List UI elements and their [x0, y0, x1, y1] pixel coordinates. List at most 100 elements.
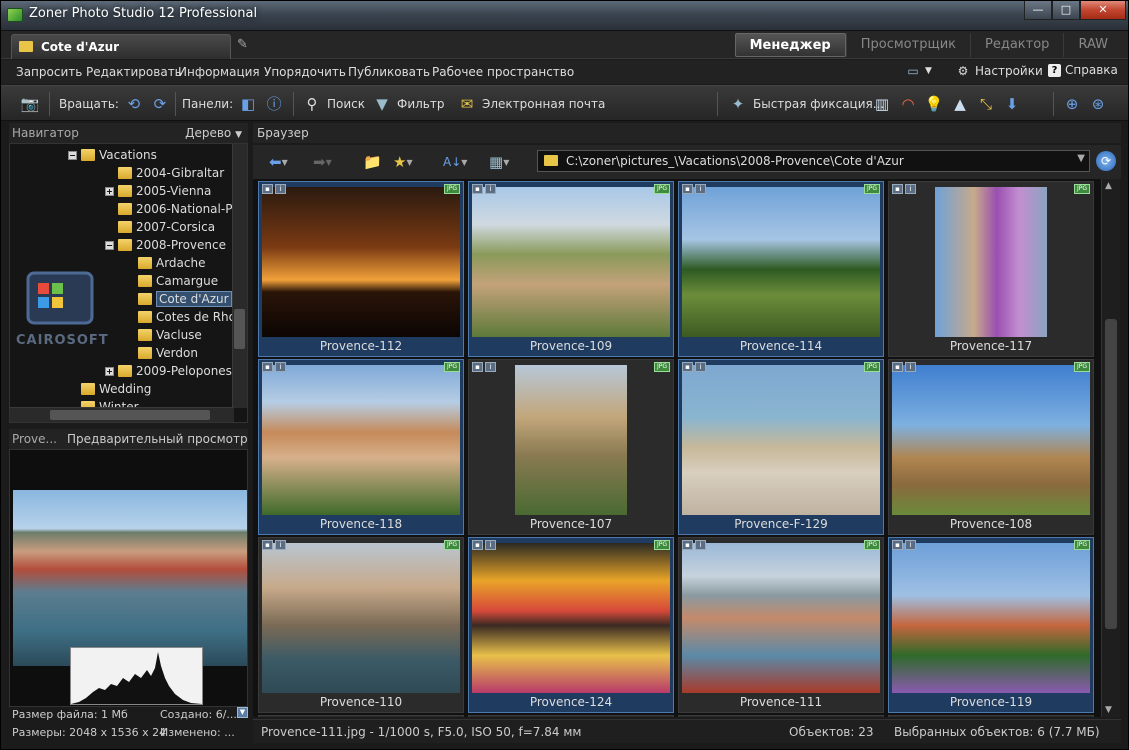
zoom-options-icon[interactable]: ⊛: [1087, 93, 1109, 115]
thumbnail-item[interactable]: ▪ i JPG Provence-124: [468, 537, 674, 713]
resize-icon[interactable]: ⤡: [975, 93, 997, 115]
lightbulb-icon[interactable]: 💡: [923, 93, 945, 115]
tree-node[interactable]: +2005-Vienna: [105, 182, 211, 200]
browser-title: Браузер: [257, 126, 309, 140]
thumbnail-item[interactable]: ▪ i JPG Provence-118: [258, 359, 464, 535]
mode-tab-editor[interactable]: Редактор: [970, 33, 1063, 57]
chevron-down-icon[interactable]: ▼: [1077, 153, 1085, 164]
thumbnail-item[interactable]: ▪ i JPG Provence-114: [678, 181, 884, 357]
quick-fix-button[interactable]: ✦ Быстрая фиксация...: [727, 92, 884, 116]
tree-node[interactable]: Vacluse: [125, 326, 202, 344]
path-input[interactable]: C:\zoner\pictures_\Vacations\2008-Proven…: [537, 150, 1090, 172]
sharpen-icon[interactable]: ▲: [949, 93, 971, 115]
rotate-right-icon[interactable]: ⟳: [149, 93, 171, 115]
filter-button[interactable]: ▼ Фильтр: [371, 92, 444, 116]
new-tab-icon[interactable]: ✎: [237, 38, 251, 52]
forward-button[interactable]: ➡ ▼: [313, 151, 332, 173]
expand-icon[interactable]: +: [105, 186, 114, 196]
mode-tab-viewer[interactable]: Просмотрщик: [845, 33, 970, 57]
settings-button[interactable]: ⚙ Настройки: [955, 63, 1043, 79]
scroll-thumb[interactable]: [234, 309, 245, 349]
chevron-down-icon: ▼: [235, 130, 242, 140]
sort-button[interactable]: A↓ ▼: [443, 151, 467, 173]
display-menu-button[interactable]: ▭ ▼: [905, 63, 932, 79]
navigator-view-dropdown[interactable]: Дерево ▼: [185, 126, 242, 140]
title-bar[interactable]: Zoner Photo Studio 12 Professional — □ ✕: [1, 1, 1128, 31]
tree-node[interactable]: Verdon: [125, 344, 198, 362]
refresh-button[interactable]: ⟳: [1096, 151, 1116, 171]
tree-node[interactable]: Cote d'Azur: [125, 290, 232, 308]
menu-info[interactable]: Информация: [178, 65, 260, 79]
tree-node[interactable]: Ardache: [125, 254, 206, 272]
email-button[interactable]: ✉ Электронная почта: [456, 92, 606, 116]
toolbar-separator: [175, 92, 176, 116]
search-button[interactable]: ⚲ Поиск: [301, 92, 366, 116]
thumbnail-item[interactable]: ▪ i JPG Provence-107: [468, 359, 674, 535]
menu-edit[interactable]: Редактировать: [86, 65, 182, 79]
menu-workspace[interactable]: Рабочее пространство: [432, 65, 574, 79]
thumbnail-item[interactable]: [258, 715, 464, 717]
tree-node[interactable]: 2006-National-Park: [105, 200, 247, 218]
thumbnail-item[interactable]: [468, 715, 674, 717]
info-panel-icon[interactable]: ⓘ: [263, 93, 285, 115]
zoom-in-icon[interactable]: ⊕: [1061, 93, 1083, 115]
grid-scrollbar[interactable]: ▲ ▼: [1101, 179, 1120, 717]
menu-organize[interactable]: Упорядочить: [264, 65, 346, 79]
tree-node[interactable]: 2004-Gibraltar: [105, 164, 224, 182]
tree-node[interactable]: Camargue: [125, 272, 218, 290]
thumbnail-item[interactable]: [678, 715, 884, 717]
back-button[interactable]: ⬅ ▼: [269, 151, 288, 173]
mode-tab-manager[interactable]: Менеджер: [734, 33, 846, 57]
favorites-button[interactable]: ★ ▼: [393, 151, 413, 173]
expand-info-icon[interactable]: ▼: [237, 707, 248, 718]
catalog-panel-icon[interactable]: ◧: [237, 93, 259, 115]
panels-group: Панели: ◧ ⓘ: [182, 92, 285, 116]
thumbnail-item[interactable]: ▪ i JPG Provence-108: [888, 359, 1094, 535]
document-tab[interactable]: Cote d'Azur: [11, 34, 231, 59]
expand-icon[interactable]: +: [105, 366, 114, 376]
tree-node[interactable]: +2009-Pelopones: [105, 362, 232, 380]
maximize-button[interactable]: □: [1052, 1, 1080, 20]
scroll-up-icon[interactable]: ▲: [1105, 181, 1112, 191]
scroll-down-icon[interactable]: ▼: [1105, 705, 1112, 715]
scroll-thumb[interactable]: [1105, 319, 1117, 629]
thumbnail-caption: Provence-108: [949, 517, 1033, 531]
help-button[interactable]: ? Справка: [1048, 63, 1118, 77]
view-mode-button[interactable]: ▦ ▼: [489, 151, 509, 173]
thumbnail-item[interactable]: ▪ i JPG Provence-110: [258, 537, 464, 713]
menu-request[interactable]: Запросить: [16, 65, 82, 79]
thumbnail-caption: Provence-F-129: [734, 517, 828, 531]
folder-up-button[interactable]: 📁: [363, 151, 382, 173]
rainbow-icon[interactable]: ◠: [897, 93, 919, 115]
thumbnail-item[interactable]: ▪ i JPG Provence-117: [888, 181, 1094, 357]
collapse-icon[interactable]: −: [68, 150, 77, 160]
camera-button[interactable]: 📷: [19, 92, 41, 116]
thumbnail-item[interactable]: ▪ i JPG Provence-F-129: [678, 359, 884, 535]
levels-icon[interactable]: ▥: [871, 93, 893, 115]
tree-node[interactable]: − Vacations: [68, 146, 157, 164]
thumbnail-image: [472, 187, 670, 337]
close-button[interactable]: ✕: [1080, 1, 1126, 20]
thumbnail-item[interactable]: ▪ i JPG Provence-111: [678, 537, 884, 713]
menu-publish[interactable]: Публиковать: [348, 65, 430, 79]
tree-vertical-scrollbar[interactable]: [232, 144, 247, 408]
thumbnail-item[interactable]: ▪ i JPG Provence-112: [258, 181, 464, 357]
minimize-button[interactable]: —: [1024, 1, 1052, 20]
rotate-left-icon[interactable]: ⟲: [123, 93, 145, 115]
scroll-thumb[interactable]: [50, 410, 210, 420]
thumbnail-item[interactable]: [888, 715, 1094, 717]
download-icon[interactable]: ⬇: [1001, 93, 1023, 115]
thumbnail-item[interactable]: ▪ i JPG Provence-119: [888, 537, 1094, 713]
mode-tab-raw[interactable]: RAW: [1063, 33, 1122, 57]
tree-node[interactable]: 2007-Corsica: [105, 218, 215, 236]
folder-icon: [138, 257, 152, 269]
collapse-icon[interactable]: −: [105, 240, 114, 250]
thumbnail-item[interactable]: ▪ i JPG Provence-109: [468, 181, 674, 357]
tree-node[interactable]: Wedding: [68, 380, 151, 398]
tree-node[interactable]: Cotes de Rhone: [125, 308, 247, 326]
tree-node[interactable]: − 2008-Provence: [105, 236, 226, 254]
file-size-info: Размер файла: 1 Мб: [12, 708, 128, 721]
camera-info-icon: ▪: [262, 362, 273, 372]
folder-icon: [81, 383, 95, 395]
tree-horizontal-scrollbar[interactable]: [10, 407, 234, 422]
